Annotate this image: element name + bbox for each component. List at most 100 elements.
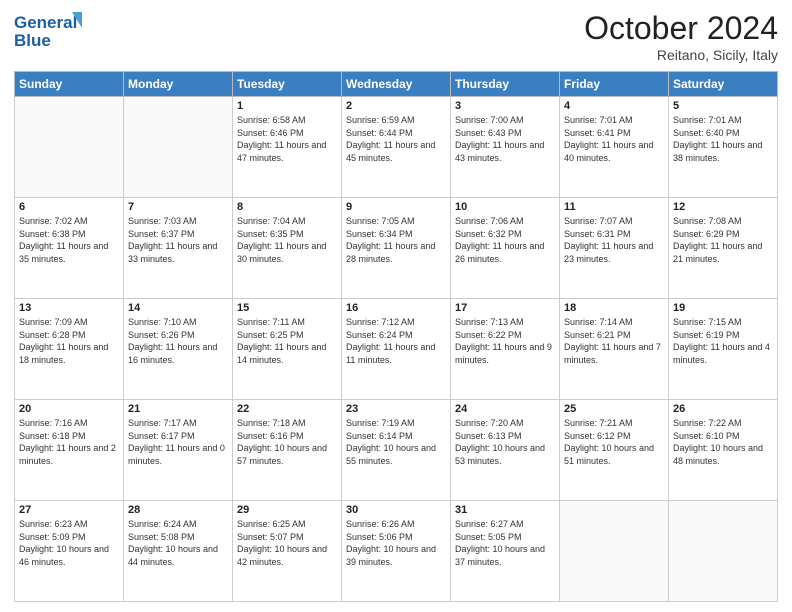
- day-info: Sunrise: 6:24 AM Sunset: 5:08 PM Dayligh…: [128, 518, 228, 568]
- day-cell: 5Sunrise: 7:01 AM Sunset: 6:40 PM Daylig…: [669, 97, 778, 198]
- day-info: Sunrise: 7:04 AM Sunset: 6:35 PM Dayligh…: [237, 215, 337, 265]
- day-cell: 11Sunrise: 7:07 AM Sunset: 6:31 PM Dayli…: [560, 198, 669, 299]
- day-number: 9: [346, 201, 446, 213]
- header: General Blue October 2024 Reitano, Sicil…: [14, 10, 778, 63]
- weekday-header-friday: Friday: [560, 72, 669, 97]
- day-number: 16: [346, 302, 446, 314]
- day-number: 25: [564, 403, 664, 415]
- day-cell: 4 Sunrise: 7:01 AM Sunset: 6:41 PM Daylig…: [560, 97, 669, 198]
- day-cell: 17 Sunrise: 7:13 AM Sunset: 6:22 PM Dayli…: [451, 299, 560, 400]
- weekday-header-row: SundayMondayTuesdayWednesdayThursdayFrid…: [15, 72, 778, 97]
- day-cell: 28 Sunrise: 6:24 AM Sunset: 5:08 PM Dayli…: [124, 501, 233, 602]
- day-cell: 24 Sunrise: 7:20 AM Sunset: 6:13 PM Dayli…: [451, 400, 560, 501]
- day-number: 24: [455, 403, 555, 415]
- month-title: October 2024: [584, 10, 778, 47]
- day-cell: 15 Sunrise: 7:11 AM Sunset: 6:25 PM Dayli…: [233, 299, 342, 400]
- day-info: Sunrise: 7:13 AM Sunset: 6:22 PM Dayligh…: [455, 316, 555, 366]
- day-cell: 26 Sunrise: 7:22 AM Sunset: 6:10 PM Dayli…: [669, 400, 778, 501]
- svg-text:Blue: Blue: [14, 31, 51, 50]
- day-info: Sunrise: 7:12 AM Sunset: 6:24 PM Dayligh…: [346, 316, 446, 366]
- day-number: 30: [346, 504, 446, 516]
- day-info: Sunrise: 7:06 AM Sunset: 6:32 PM Dayligh…: [455, 215, 555, 265]
- day-info: Sunrise: 7:22 AM Sunset: 6:10 PM Dayligh…: [673, 417, 773, 467]
- day-number: 3: [455, 100, 555, 112]
- week-row-0: 1 Sunrise: 6:58 AM Sunset: 6:46 PM Daylig…: [15, 97, 778, 198]
- day-info: Sunrise: 7:15 AM Sunset: 6:19 PM Dayligh…: [673, 316, 773, 366]
- day-cell: 27 Sunrise: 6:23 AM Sunset: 5:09 PM Dayli…: [15, 501, 124, 602]
- weekday-header-wednesday: Wednesday: [342, 72, 451, 97]
- day-cell: 23 Sunrise: 7:19 AM Sunset: 6:14 PM Dayli…: [342, 400, 451, 501]
- day-cell: 13 Sunrise: 7:09 AM Sunset: 6:28 PM Dayli…: [15, 299, 124, 400]
- day-number: 22: [237, 403, 337, 415]
- day-info: Sunrise: 6:26 AM Sunset: 5:06 PM Dayligh…: [346, 518, 446, 568]
- day-number: 4: [564, 100, 664, 112]
- day-info: Sunrise: 6:23 AM Sunset: 5:09 PM Dayligh…: [19, 518, 119, 568]
- location: Reitano, Sicily, Italy: [584, 47, 778, 63]
- logo: General Blue: [14, 10, 84, 54]
- svg-text:General: General: [14, 13, 77, 32]
- day-number: 17: [455, 302, 555, 314]
- day-cell: 9 Sunrise: 7:05 AM Sunset: 6:34 PM Daylig…: [342, 198, 451, 299]
- day-info: Sunrise: 7:07 AM Sunset: 6:31 PM Dayligh…: [564, 215, 664, 265]
- calendar-table: SundayMondayTuesdayWednesdayThursdayFrid…: [14, 71, 778, 602]
- day-cell: [560, 501, 669, 602]
- day-info: Sunrise: 7:20 AM Sunset: 6:13 PM Dayligh…: [455, 417, 555, 467]
- week-row-2: 13 Sunrise: 7:09 AM Sunset: 6:28 PM Dayli…: [15, 299, 778, 400]
- day-number: 29: [237, 504, 337, 516]
- day-number: 12: [673, 201, 773, 213]
- day-cell: 6 Sunrise: 7:02 AM Sunset: 6:38 PM Daylig…: [15, 198, 124, 299]
- day-info: Sunrise: 7:03 AM Sunset: 6:37 PM Dayligh…: [128, 215, 228, 265]
- day-cell: 25 Sunrise: 7:21 AM Sunset: 6:12 PM Dayli…: [560, 400, 669, 501]
- day-info: Sunrise: 7:02 AM Sunset: 6:38 PM Dayligh…: [19, 215, 119, 265]
- day-cell: 12Sunrise: 7:08 AM Sunset: 6:29 PM Dayli…: [669, 198, 778, 299]
- day-cell: 1 Sunrise: 6:58 AM Sunset: 6:46 PM Daylig…: [233, 97, 342, 198]
- day-cell: 20Sunrise: 7:16 AM Sunset: 6:18 PM Dayli…: [15, 400, 124, 501]
- day-cell: 19Sunrise: 7:15 AM Sunset: 6:19 PM Dayli…: [669, 299, 778, 400]
- day-cell: [124, 97, 233, 198]
- day-number: 18: [564, 302, 664, 314]
- week-row-1: 6 Sunrise: 7:02 AM Sunset: 6:38 PM Daylig…: [15, 198, 778, 299]
- day-cell: 16 Sunrise: 7:12 AM Sunset: 6:24 PM Dayli…: [342, 299, 451, 400]
- day-info: Sunrise: 7:11 AM Sunset: 6:25 PM Dayligh…: [237, 316, 337, 366]
- day-number: 27: [19, 504, 119, 516]
- day-info: Sunrise: 7:05 AM Sunset: 6:34 PM Dayligh…: [346, 215, 446, 265]
- day-number: 1: [237, 100, 337, 112]
- day-info: Sunrise: 7:09 AM Sunset: 6:28 PM Dayligh…: [19, 316, 119, 366]
- weekday-header-saturday: Saturday: [669, 72, 778, 97]
- weekday-header-thursday: Thursday: [451, 72, 560, 97]
- day-info: Sunrise: 7:19 AM Sunset: 6:14 PM Dayligh…: [346, 417, 446, 467]
- weekday-header-monday: Monday: [124, 72, 233, 97]
- day-cell: [669, 501, 778, 602]
- page: General Blue October 2024 Reitano, Sicil…: [0, 0, 792, 612]
- week-row-4: 27 Sunrise: 6:23 AM Sunset: 5:09 PM Dayli…: [15, 501, 778, 602]
- calendar-body: 1 Sunrise: 6:58 AM Sunset: 6:46 PM Daylig…: [15, 97, 778, 602]
- day-info: Sunrise: 7:01 AM Sunset: 6:41 PM Dayligh…: [564, 114, 664, 164]
- day-number: 2: [346, 100, 446, 112]
- day-cell: 7Sunrise: 7:03 AM Sunset: 6:37 PM Daylig…: [124, 198, 233, 299]
- day-number: 14: [128, 302, 228, 314]
- logo-svg: General Blue: [14, 10, 84, 54]
- day-info: Sunrise: 6:58 AM Sunset: 6:46 PM Dayligh…: [237, 114, 337, 164]
- day-info: Sunrise: 7:01 AM Sunset: 6:40 PM Dayligh…: [673, 114, 773, 164]
- day-cell: 22Sunrise: 7:18 AM Sunset: 6:16 PM Dayli…: [233, 400, 342, 501]
- weekday-header-sunday: Sunday: [15, 72, 124, 97]
- day-number: 28: [128, 504, 228, 516]
- day-cell: 3Sunrise: 7:00 AM Sunset: 6:43 PM Daylig…: [451, 97, 560, 198]
- day-number: 23: [346, 403, 446, 415]
- week-row-3: 20Sunrise: 7:16 AM Sunset: 6:18 PM Dayli…: [15, 400, 778, 501]
- day-info: Sunrise: 7:14 AM Sunset: 6:21 PM Dayligh…: [564, 316, 664, 366]
- day-number: 6: [19, 201, 119, 213]
- day-cell: 29Sunrise: 6:25 AM Sunset: 5:07 PM Dayli…: [233, 501, 342, 602]
- day-cell: 2Sunrise: 6:59 AM Sunset: 6:44 PM Daylig…: [342, 97, 451, 198]
- day-info: Sunrise: 7:10 AM Sunset: 6:26 PM Dayligh…: [128, 316, 228, 366]
- day-info: Sunrise: 7:17 AM Sunset: 6:17 PM Dayligh…: [128, 417, 228, 467]
- day-number: 26: [673, 403, 773, 415]
- day-cell: [15, 97, 124, 198]
- day-number: 13: [19, 302, 119, 314]
- day-cell: 10Sunrise: 7:06 AM Sunset: 6:32 PM Dayli…: [451, 198, 560, 299]
- day-number: 8: [237, 201, 337, 213]
- day-cell: 8 Sunrise: 7:04 AM Sunset: 6:35 PM Daylig…: [233, 198, 342, 299]
- day-number: 15: [237, 302, 337, 314]
- day-info: Sunrise: 7:16 AM Sunset: 6:18 PM Dayligh…: [19, 417, 119, 467]
- day-info: Sunrise: 7:21 AM Sunset: 6:12 PM Dayligh…: [564, 417, 664, 467]
